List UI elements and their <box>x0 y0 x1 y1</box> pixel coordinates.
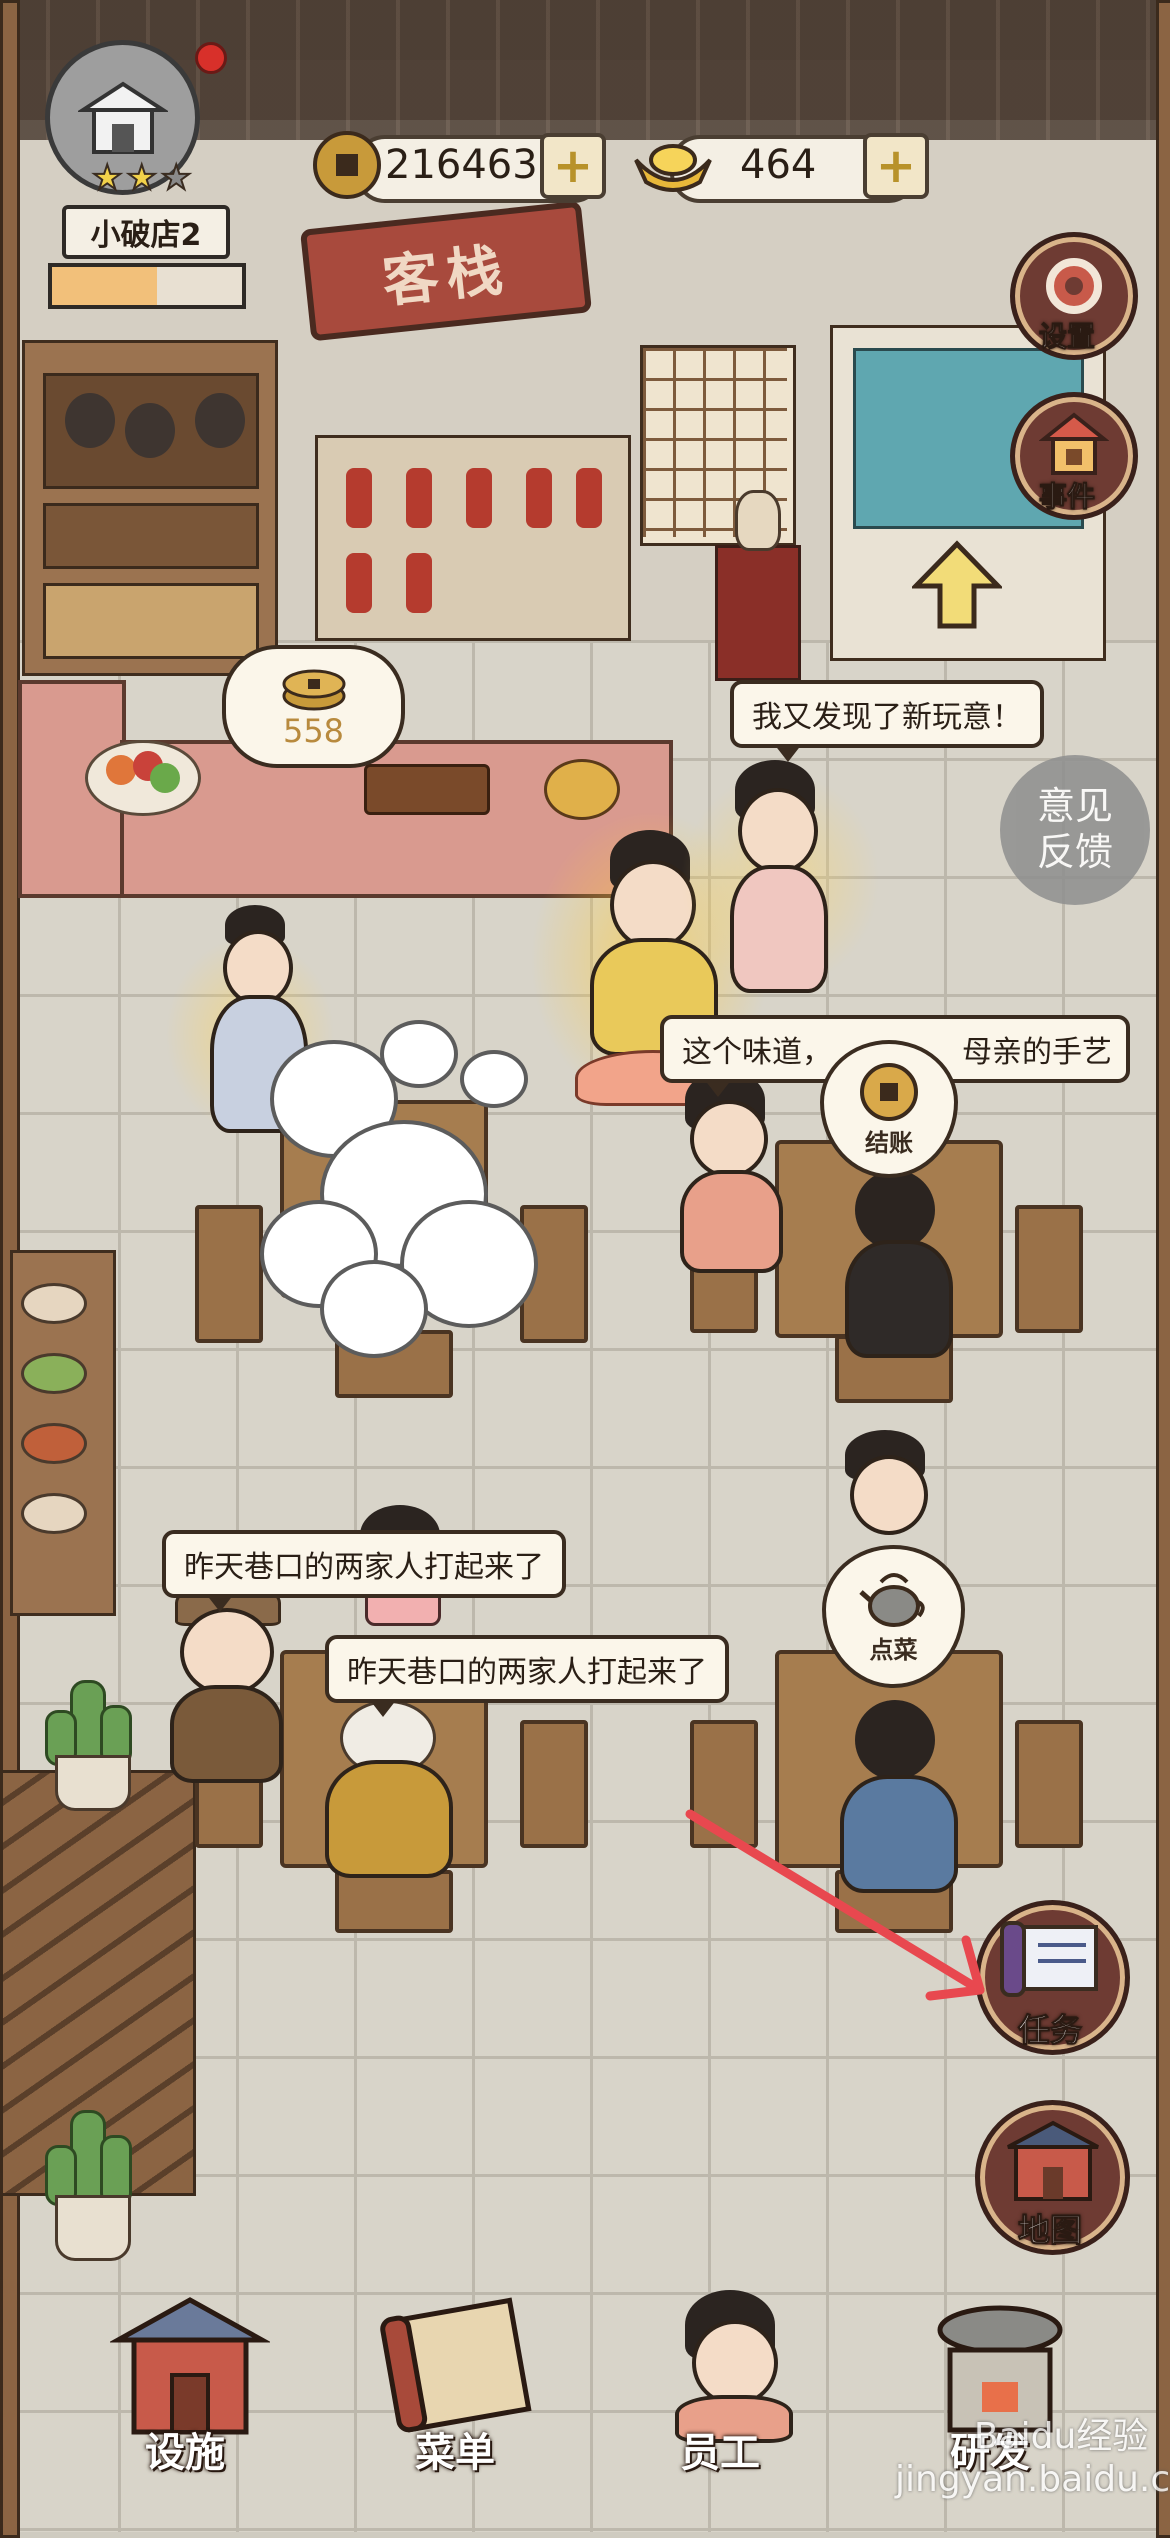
right-pillar <box>1156 0 1170 2538</box>
bubble-text: 这个味道， <box>682 1035 832 1070</box>
counter-reward-bubble[interactable]: 558 <box>222 645 405 768</box>
annotation-arrow <box>685 1809 985 2001</box>
menu-scroll-icon <box>380 2297 532 2433</box>
house-icon <box>1039 412 1109 475</box>
old-woman-back <box>325 1700 453 1878</box>
facilities-button[interactable]: 设施 <box>100 2290 280 2490</box>
counter-reward-value: 558 <box>282 711 345 750</box>
vase <box>735 490 781 551</box>
potted-cactus-1 <box>45 1680 135 1811</box>
fruit-plate <box>85 740 201 816</box>
level-progress-fill <box>52 267 157 305</box>
bench <box>335 1870 453 1933</box>
notification-dot <box>195 42 227 74</box>
lantern-rack <box>315 435 631 641</box>
speech-bubble-gossip-1: 昨天巷口的两家人打起来了 <box>162 1530 566 1612</box>
copper-value: 216463 <box>385 142 538 188</box>
level-progress-bar <box>48 263 246 309</box>
settings-label: 设置 <box>1038 320 1096 354</box>
copper-coin-icon <box>313 131 381 199</box>
events-label: 事件 <box>1038 480 1096 514</box>
map-icon <box>1007 2120 1099 2201</box>
watermark-text: Baidu经验 jingyan.baidu.com <box>895 2416 1170 2501</box>
wall-shelf <box>10 1250 116 1616</box>
staff-button[interactable]: 员工 <box>640 2270 820 2490</box>
customer-back-1 <box>845 1150 953 1358</box>
events-button[interactable]: 事件 <box>1010 392 1138 520</box>
staff-label: 员工 <box>680 2430 760 2476</box>
bubble-text: 我又发现了新玩意！ <box>752 700 1022 735</box>
map-label: 地图 <box>1017 2211 1083 2250</box>
shop-name-plate: 小破店2 <box>62 205 230 259</box>
star-icon: ★ <box>125 157 158 199</box>
bubble-text: 昨天巷口的两家人打起来了 <box>184 1550 544 1585</box>
shop-stars: ★ ★ ★ <box>91 157 193 199</box>
building-icon <box>110 2297 270 2435</box>
speech-bubble-gossip-2: 昨天巷口的两家人打起来了 <box>325 1635 729 1717</box>
signboard-text: 客栈 <box>379 235 514 315</box>
bench <box>520 1720 588 1848</box>
shelf-cabinet <box>22 340 278 676</box>
waitress-2-character[interactable] <box>830 1430 940 1560</box>
staff-icon-face <box>692 2320 778 2406</box>
star-empty-icon: ★ <box>160 157 193 199</box>
gear-icon <box>1046 258 1102 314</box>
feedback-label: 意见 反馈 <box>1036 784 1113 874</box>
order-label: 点菜 <box>869 1636 918 1664</box>
bench <box>1015 1205 1083 1333</box>
map-button[interactable]: 地图 <box>975 2100 1130 2255</box>
add-copper-button[interactable]: + <box>540 133 606 199</box>
coins-icon <box>282 669 345 710</box>
up-arrow-icon <box>910 540 1004 629</box>
menu-label: 菜单 <box>415 2430 495 2476</box>
shop-house-icon <box>77 81 168 154</box>
shop-name: 小破店2 <box>90 218 202 253</box>
settings-button[interactable]: 设置 <box>1010 232 1138 360</box>
coin-icon <box>860 1062 918 1121</box>
lady-with-fan-character[interactable] <box>665 1070 795 1273</box>
plus-icon: + <box>875 138 917 194</box>
menu-button[interactable]: 菜单 <box>370 2290 550 2490</box>
speech-bubble-new-item: 我又发现了新玩意！ <box>730 680 1044 762</box>
potted-cactus-2 <box>45 2110 135 2261</box>
bench <box>195 1205 263 1343</box>
baidu-watermark: Baidu经验 jingyan.baidu.com <box>895 2415 1170 2501</box>
bubble-text-end: 母亲的手艺 <box>962 1035 1112 1070</box>
plant-stand <box>715 545 801 681</box>
bubble-text: 昨天巷口的两家人打起来了 <box>347 1655 707 1690</box>
smoke-cloud <box>260 1020 540 1358</box>
plus-icon: + <box>552 138 594 194</box>
teapot-icon <box>858 1573 925 1627</box>
facilities-label: 设施 <box>145 2430 225 2476</box>
door-enter-arrow[interactable] <box>910 540 1004 630</box>
gold-value: 464 <box>740 142 817 188</box>
feedback-button[interactable]: 意见 反馈 <box>1000 755 1150 905</box>
gold-ingot-icon <box>634 144 712 192</box>
add-gold-button[interactable]: + <box>863 133 929 199</box>
checkout-label: 结账 <box>865 1128 913 1157</box>
waitress-character[interactable] <box>680 760 880 1000</box>
star-icon: ★ <box>91 157 124 199</box>
